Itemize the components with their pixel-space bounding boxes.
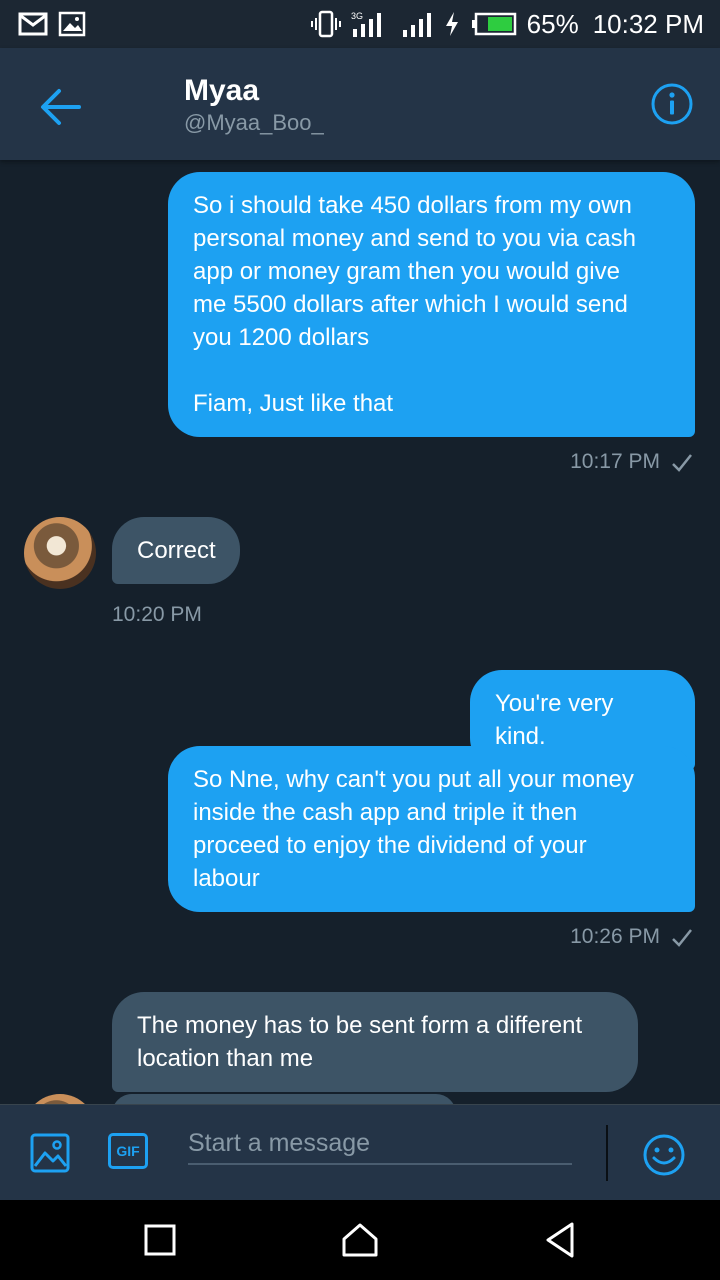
battery-percent: 65% (526, 8, 579, 39)
conversation-header: Myaa @Myaa_Boo_ (0, 48, 720, 160)
message-bubble-incoming[interactable] (112, 1094, 456, 1104)
sent-check-icon (672, 929, 692, 947)
home-icon[interactable] (338, 1218, 382, 1262)
message-bubble-outgoing[interactable]: So i should take 450 dollars from my own… (168, 172, 695, 437)
status-bar: 3G 65% 10:32 PM (0, 0, 720, 48)
back-button[interactable] (32, 84, 88, 130)
navigation-bar (0, 1200, 720, 1280)
composer-divider (606, 1125, 608, 1181)
message-timestamp: 10:26 PM (570, 925, 660, 948)
info-icon[interactable] (650, 82, 694, 126)
message-input[interactable] (188, 1123, 572, 1165)
avatar[interactable] (24, 1094, 96, 1104)
signal-icon: 3G (351, 11, 381, 37)
avatar[interactable] (24, 517, 96, 589)
gif-icon[interactable]: GIF (108, 1133, 148, 1169)
battery-icon (471, 12, 516, 36)
vibrate-icon (310, 10, 341, 38)
message-bubble-incoming[interactable]: The money has to be sent form a differen… (112, 992, 638, 1092)
image-icon (58, 11, 86, 37)
emoji-icon[interactable] (642, 1133, 686, 1177)
contact-info[interactable]: Myaa @Myaa_Boo_ (184, 74, 324, 138)
message-bubble-incoming[interactable]: Correct (112, 517, 240, 584)
charging-icon (445, 12, 458, 36)
clock: 10:32 PM (592, 8, 704, 39)
sent-check-icon (672, 454, 692, 472)
back-arrow-icon (41, 89, 81, 125)
signal-icon (402, 13, 431, 37)
gif-label: GIF (116, 1143, 140, 1159)
contact-handle: @Myaa_Boo_ (184, 110, 324, 135)
message-bubble-outgoing[interactable]: So Nne, why can't you put all your money… (168, 746, 695, 912)
message-composer: GIF (0, 1104, 720, 1200)
recent-apps-icon[interactable] (138, 1218, 182, 1262)
svg-text:3G: 3G (351, 11, 363, 21)
message-timestamp: 10:17 PM (570, 450, 660, 473)
image-icon[interactable] (30, 1133, 70, 1173)
message-list[interactable]: So i should take 450 dollars from my own… (0, 160, 720, 1104)
message-timestamp: 10:20 PM (112, 603, 202, 626)
contact-name: Myaa (184, 74, 260, 107)
back-nav-icon[interactable] (538, 1218, 582, 1262)
gmail-icon (18, 12, 48, 36)
